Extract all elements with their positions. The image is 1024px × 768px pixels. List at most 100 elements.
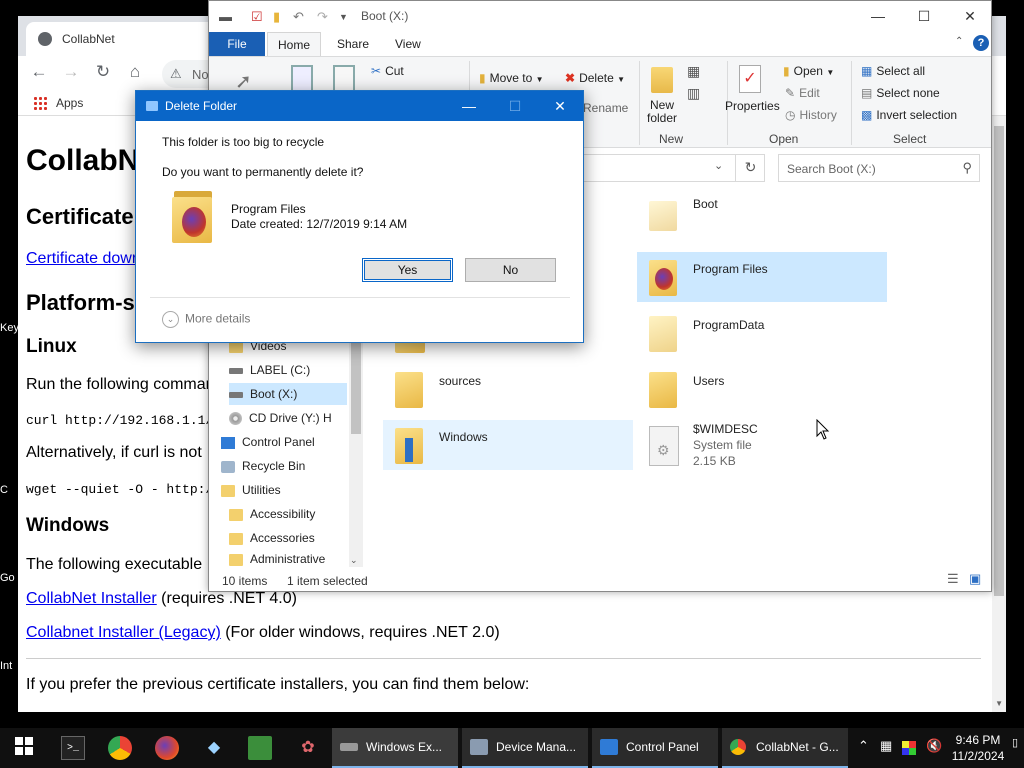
- app-icon[interactable]: ✿: [296, 736, 320, 760]
- cmd-icon[interactable]: >_: [61, 736, 85, 760]
- tab-file[interactable]: File: [209, 32, 265, 56]
- scroll-down-arrow-icon[interactable]: ▼: [995, 699, 1003, 708]
- ribbon-collapse-icon[interactable]: ⌃: [955, 36, 963, 47]
- tray-expand-icon[interactable]: ⌃: [858, 738, 869, 754]
- recycle-bin-icon: [221, 460, 235, 473]
- nav-scrollbar-thumb[interactable]: [351, 339, 361, 434]
- taskbar-app-chrome[interactable]: CollabNet - G...: [722, 728, 848, 768]
- nav-item-label-c[interactable]: LABEL (C:): [229, 359, 347, 381]
- tool-icon[interactable]: ◆: [202, 736, 226, 760]
- invert-selection-button[interactable]: ▩ Invert selection: [861, 108, 957, 122]
- folder-icon: [229, 532, 243, 545]
- paste-icon[interactable]: [333, 65, 355, 93]
- list-item[interactable]: Users: [637, 364, 887, 414]
- editor-icon[interactable]: [248, 736, 272, 760]
- new-folder-qat-icon[interactable]: ▮: [273, 9, 280, 25]
- volume-muted-icon[interactable]: 🔇: [926, 738, 942, 754]
- tab-share[interactable]: Share: [327, 32, 379, 56]
- legacy-installer-link[interactable]: Collabnet Installer (Legacy): [26, 624, 221, 641]
- properties-big-icon[interactable]: ✓: [739, 65, 761, 93]
- home-icon[interactable]: ⌂: [124, 62, 146, 82]
- chrome-icon: [730, 739, 746, 755]
- tab-home[interactable]: Home: [267, 32, 322, 56]
- nav-item-accessories[interactable]: Accessories: [229, 527, 347, 549]
- bookmark-apps[interactable]: Apps: [56, 96, 83, 110]
- list-item[interactable]: ProgramData: [637, 308, 887, 358]
- help-icon[interactable]: ?: [973, 35, 989, 51]
- move-to-button[interactable]: ▮ Move to ▼: [479, 71, 544, 85]
- reload-icon[interactable]: ↻: [92, 62, 114, 82]
- new-item-icon[interactable]: ▦: [687, 63, 700, 80]
- list-item[interactable]: Program Files: [637, 252, 887, 302]
- copy-icon[interactable]: [291, 65, 313, 93]
- no-button[interactable]: No: [465, 258, 556, 282]
- nav-item-recycle-bin[interactable]: Recycle Bin: [221, 455, 347, 477]
- qat-dropdown-icon[interactable]: ▼: [339, 12, 348, 22]
- delete-button[interactable]: ✖ Delete ▼: [565, 71, 625, 85]
- easy-access-icon[interactable]: ▥: [687, 85, 700, 102]
- dialog-titlebar[interactable]: Delete Folder — ☐ ✕: [136, 91, 583, 121]
- rename-button[interactable]: Rename: [583, 101, 628, 115]
- tiles-view-icon[interactable]: ▣: [969, 571, 981, 587]
- nav-item-boot-x[interactable]: Boot (X:): [229, 383, 347, 405]
- clock[interactable]: 9:46 PM 11/2/2024: [944, 732, 1012, 764]
- chrome-icon[interactable]: [108, 736, 132, 760]
- back-arrow-icon[interactable]: ←: [28, 62, 50, 82]
- new-folder-button[interactable]: New folder: [647, 99, 677, 125]
- yes-button[interactable]: Yes: [362, 258, 453, 282]
- taskbar-app-windows-explorer[interactable]: Windows Ex...: [332, 728, 458, 768]
- heading-linux: Linux: [26, 336, 77, 357]
- properties-icon[interactable]: ☑: [251, 9, 263, 25]
- address-dropdown-icon[interactable]: ⌄: [714, 159, 723, 172]
- new-folder-icon[interactable]: [651, 67, 673, 93]
- cut-button[interactable]: ✂ Cut: [371, 64, 404, 78]
- list-item[interactable]: Boot: [637, 187, 887, 237]
- group-open-label: Open: [769, 132, 799, 146]
- forward-arrow-icon[interactable]: →: [60, 62, 82, 82]
- chrome-tab[interactable]: CollabNet: [26, 22, 216, 56]
- maximize-icon[interactable]: ☐: [901, 5, 947, 29]
- nav-item-control-panel[interactable]: Control Panel: [221, 431, 347, 453]
- page-scrollbar-thumb[interactable]: [994, 126, 1004, 596]
- redo-icon[interactable]: ↷: [317, 9, 328, 25]
- display-icon[interactable]: ▦: [880, 738, 892, 754]
- select-none-button[interactable]: ▤ Select none: [861, 86, 940, 100]
- maximize-icon: ☐: [508, 98, 522, 114]
- list-item[interactable]: sources: [383, 364, 633, 414]
- search-box[interactable]: Search Boot (X:) ⚲: [778, 154, 980, 182]
- open-button[interactable]: ▮ Open ▼: [783, 64, 834, 78]
- close-icon[interactable]: ✕: [537, 94, 583, 118]
- chevron-down-icon[interactable]: ⌄: [350, 555, 358, 566]
- refresh-icon[interactable]: ↻: [735, 154, 765, 182]
- nav-item-cd-drive[interactable]: CD Drive (Y:) H: [229, 407, 347, 429]
- list-item[interactable]: Windows: [383, 420, 633, 470]
- properties-button[interactable]: Properties: [725, 99, 780, 113]
- nav-item-utilities[interactable]: Utilities: [221, 479, 347, 501]
- nav-item-administrative[interactable]: Administrative: [229, 551, 347, 567]
- drive-icon: [229, 391, 243, 398]
- firefox-icon[interactable]: [155, 736, 179, 760]
- color-icon[interactable]: [902, 741, 916, 755]
- edit-button[interactable]: ✎ Edit: [785, 86, 820, 100]
- nav-item-accessibility[interactable]: Accessibility: [229, 503, 347, 525]
- apps-grid-icon[interactable]: [33, 96, 47, 110]
- history-button[interactable]: ◷ History: [785, 108, 837, 122]
- undo-icon[interactable]: ↶: [293, 9, 304, 25]
- minimize-icon[interactable]: —: [855, 5, 901, 29]
- taskbar-app-device-manager[interactable]: Device Mana...: [462, 728, 588, 768]
- notification-icon[interactable]: ▯: [1012, 736, 1018, 749]
- details-view-icon[interactable]: ☰: [947, 571, 959, 587]
- collabnet-installer-link[interactable]: CollabNet Installer: [26, 590, 157, 607]
- tab-view[interactable]: View: [385, 32, 431, 56]
- desktop-edge-label: Go: [0, 572, 15, 584]
- taskbar-app-control-panel[interactable]: Control Panel: [592, 728, 718, 768]
- start-windows-icon[interactable]: [12, 736, 36, 760]
- select-all-button[interactable]: ▦ Select all: [861, 64, 925, 78]
- mouse-cursor-icon: [816, 419, 830, 440]
- list-item[interactable]: ⚙ $WIMDESC System file 2.15 KB: [637, 420, 887, 480]
- more-details-toggle[interactable]: ⌄ More details: [162, 311, 250, 328]
- certificate-download-link[interactable]: Certificate dowr: [26, 250, 137, 268]
- close-icon[interactable]: ✕: [947, 5, 991, 29]
- explorer-titlebar[interactable]: ▬ ☑ ▮ ↶ ↷ ▼ Boot (X:) — ☐ ✕: [209, 1, 991, 32]
- minimize-icon[interactable]: —: [446, 94, 492, 118]
